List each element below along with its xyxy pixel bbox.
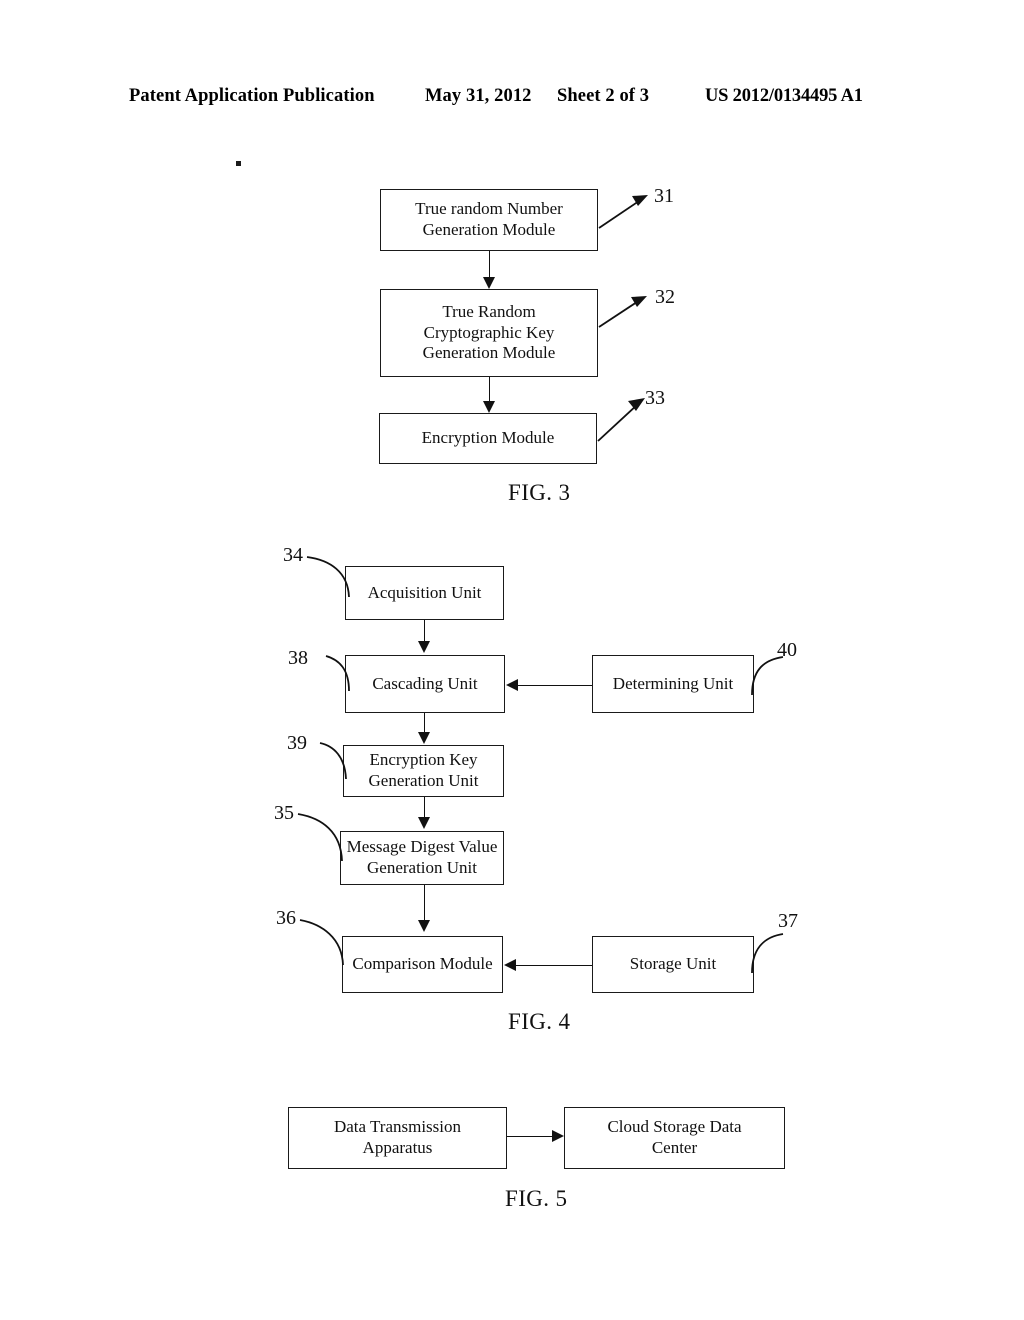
node-label: Cloud Storage Data Center bbox=[607, 1117, 742, 1157]
arrowhead-right-icon bbox=[552, 1129, 564, 1142]
arrowhead-left-icon bbox=[504, 958, 516, 971]
connector-line bbox=[516, 965, 592, 966]
node-data-transmission-apparatus: Data Transmission Apparatus bbox=[288, 1107, 507, 1169]
node-cloud-storage-data-center: Cloud Storage Data Center bbox=[564, 1107, 785, 1169]
reference-numeral-37: 37 bbox=[778, 910, 798, 932]
leader-line-37 bbox=[751, 933, 784, 974]
connector-line bbox=[507, 1136, 552, 1137]
node-label: Data Transmission Apparatus bbox=[333, 1117, 462, 1157]
figure-5-caption: FIG. 5 bbox=[505, 1186, 568, 1211]
figure-4: Acquisition Unit 34 Cascading Unit 38 De… bbox=[0, 0, 1024, 1320]
figure-4-caption: FIG. 4 bbox=[508, 1009, 571, 1034]
